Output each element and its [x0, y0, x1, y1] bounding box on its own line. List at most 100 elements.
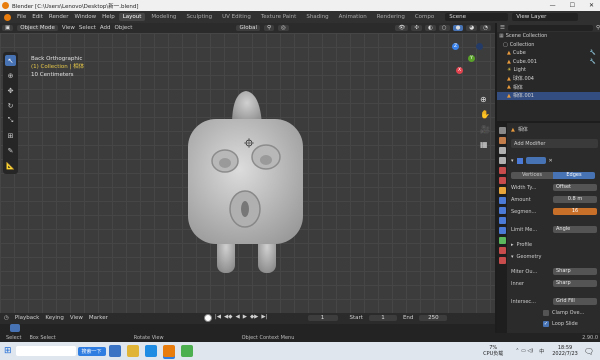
expand-chevron-icon[interactable]: ▾	[511, 158, 514, 164]
tab-uv-editing[interactable]: UV Editing	[218, 13, 255, 21]
browser-icon[interactable]	[144, 345, 157, 357]
intersection-select[interactable]: Grid Fill	[553, 298, 597, 305]
outliner-row[interactable]: ▲ Cube 🔧	[497, 49, 600, 58]
menu-keying[interactable]: Keying	[45, 315, 63, 321]
profile-subpanel[interactable]: ▸ Profile	[511, 242, 532, 248]
prev-key-icon[interactable]: ◀◆	[224, 314, 232, 322]
miter-outer-select[interactable]: Sharp	[553, 268, 597, 275]
outliner-row[interactable]: ▢ Collection	[497, 41, 600, 50]
minimize-button[interactable]: —	[550, 2, 556, 9]
modifier-tab-icon[interactable]	[498, 197, 506, 204]
scene-tab-icon[interactable]	[498, 167, 506, 174]
output-tab-icon[interactable]	[498, 147, 506, 154]
tab-compositing[interactable]: Compo	[411, 13, 438, 21]
loop-slide-checkbox[interactable]: ✓	[543, 321, 549, 327]
outliner-row[interactable]: ▲ 球体.004	[497, 75, 600, 84]
play-icon[interactable]: ▶	[243, 314, 247, 322]
menu-window[interactable]: Window	[71, 14, 99, 20]
menu-marker[interactable]: Marker	[89, 315, 108, 321]
taskbar-clock[interactable]: 18:59 2022/7/23	[552, 345, 578, 357]
jump-end-icon[interactable]: ▶|	[261, 314, 267, 322]
amount-field[interactable]: 0.8 m	[553, 196, 597, 203]
scene-collection-row[interactable]: ▦ Scene Collection	[497, 32, 600, 41]
navigation-gizmo[interactable]: Z Y X	[452, 40, 486, 74]
rendered-shading-icon[interactable]: ◔	[480, 25, 491, 31]
pan-hand-icon[interactable]: ✋	[480, 110, 490, 119]
current-frame-field[interactable]: 1	[307, 315, 338, 321]
world-tab-icon[interactable]	[498, 177, 506, 184]
clamp-overlap-row[interactable]: Clamp Ove...	[543, 310, 584, 316]
select-tool-icon[interactable]: ↖	[5, 55, 16, 66]
inner-select[interactable]: Sharp	[553, 280, 597, 287]
material-tab-icon[interactable]	[498, 247, 506, 254]
wechat-icon[interactable]	[180, 345, 193, 357]
menu-render[interactable]: Render	[46, 14, 72, 20]
record-icon[interactable]	[203, 314, 212, 322]
tab-rendering[interactable]: Rendering	[373, 13, 409, 21]
segments-field[interactable]: 16	[553, 208, 597, 215]
windows-start-icon[interactable]: ⊞	[4, 346, 12, 356]
blender-menu-icon[interactable]	[4, 13, 11, 21]
taskbar-search-button[interactable]: 搜索一下	[77, 346, 106, 356]
object-tab-icon[interactable]	[498, 187, 506, 194]
tray-icons[interactable]: ⌃ ▭ ◁)	[515, 348, 533, 354]
menu-help[interactable]: Help	[99, 14, 118, 20]
play-reverse-icon[interactable]: ◀	[235, 314, 239, 322]
start-frame-field[interactable]: 1	[368, 315, 397, 321]
cursor-tool-icon[interactable]: ⊕	[5, 70, 16, 81]
zoom-icon[interactable]: ⊕	[480, 95, 490, 104]
solid-shading-icon[interactable]: ●	[452, 25, 464, 31]
proportional-icon[interactable]: ◎	[278, 25, 289, 31]
gizmo-toggle-icon[interactable]: ✣	[411, 25, 422, 31]
next-key-icon[interactable]: ◆▶	[250, 314, 258, 322]
playhead[interactable]	[10, 324, 20, 332]
tab-shading[interactable]: Shading	[302, 13, 332, 21]
menu-add[interactable]: Add	[100, 25, 111, 31]
timeline-editor-icon[interactable]: ◷	[4, 315, 9, 321]
rotate-tool-icon[interactable]: ↻	[5, 100, 16, 111]
texture-tab-icon[interactable]	[498, 257, 506, 264]
jump-start-icon[interactable]: |◀	[215, 314, 221, 322]
camera-view-icon[interactable]: 🎥	[480, 125, 490, 134]
scale-tool-icon[interactable]: ⤡	[5, 115, 16, 126]
close-button[interactable]: ✕	[589, 2, 594, 9]
gizmo-x-axis[interactable]: X	[456, 67, 463, 74]
tab-edges[interactable]: Edges	[553, 172, 595, 179]
notification-icon[interactable]: 🗨	[584, 347, 594, 356]
gizmo-y-axis[interactable]: Y	[468, 55, 475, 62]
menu-file[interactable]: File	[14, 14, 29, 20]
menu-edit[interactable]: Edit	[29, 14, 46, 20]
view-layer-selector[interactable]: View Layer	[512, 13, 579, 21]
3d-viewport[interactable]: Back Orthographic (1) Collection | 相体 10…	[0, 33, 495, 313]
outliner-row[interactable]: ▲ Cube.001 🔧	[497, 58, 600, 67]
menu-select[interactable]: Select	[79, 25, 96, 31]
limit-method-select[interactable]: Angle	[553, 226, 597, 233]
tool-tab-icon[interactable]	[498, 127, 506, 134]
tab-vertices[interactable]: Vertices	[511, 172, 553, 179]
snap-icon[interactable]: ⚲	[264, 25, 275, 31]
transform-orientation[interactable]: Global	[236, 25, 261, 31]
measure-tool-icon[interactable]: 📐	[5, 160, 16, 171]
gizmo-z-axis[interactable]: Z	[452, 43, 459, 50]
width-type-select[interactable]: Offset	[553, 184, 597, 191]
clamp-checkbox[interactable]	[543, 310, 549, 316]
outliner-row[interactable]: ▲ 相体	[497, 83, 600, 92]
tab-sculpting[interactable]: Sculpting	[182, 13, 216, 21]
transform-tool-icon[interactable]: ⊞	[5, 130, 16, 141]
tab-modeling[interactable]: Modeling	[147, 13, 180, 21]
add-modifier-dropdown[interactable]: Add Modifier	[511, 139, 598, 148]
data-tab-icon[interactable]	[498, 237, 506, 244]
modifier-visibility-toggles[interactable]	[525, 157, 546, 164]
editor-type-icon[interactable]: ▣	[2, 25, 14, 31]
constraints-tab-icon[interactable]	[498, 227, 506, 234]
visibility-icon[interactable]: 👁	[395, 25, 409, 31]
end-frame-field[interactable]: 250	[419, 315, 448, 321]
file-explorer-icon[interactable]	[126, 345, 139, 357]
menu-view[interactable]: View	[62, 25, 75, 31]
close-modifier-icon[interactable]: ✕	[549, 158, 553, 164]
tab-texture-paint[interactable]: Texture Paint	[257, 13, 301, 21]
maximize-button[interactable]: ☐	[570, 2, 575, 9]
material-shading-icon[interactable]: ◕	[466, 25, 478, 31]
character-model[interactable]	[170, 83, 320, 303]
grid-toggle-icon[interactable]: ▦	[480, 140, 490, 149]
